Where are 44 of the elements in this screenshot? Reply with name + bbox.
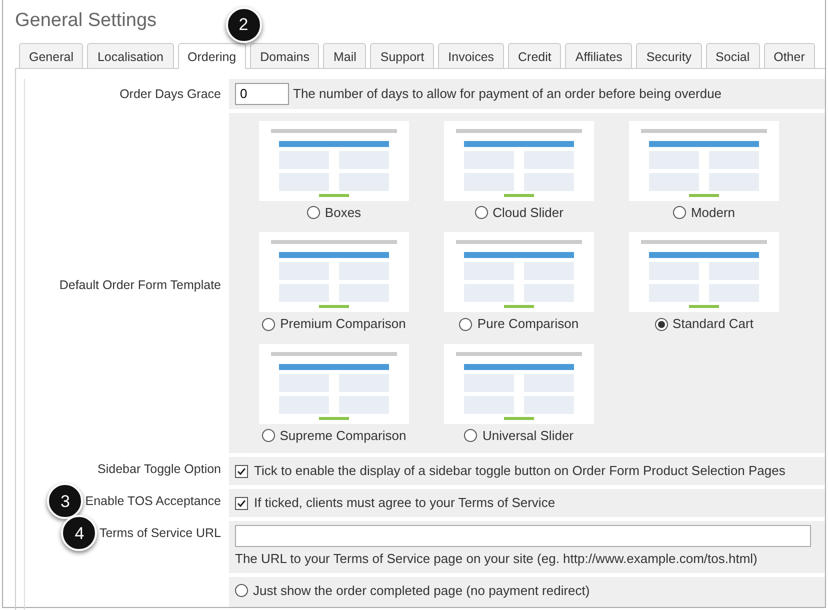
template-option[interactable]: Boxes <box>306 202 362 222</box>
template-option[interactable]: Pure Comparison <box>459 314 579 334</box>
tab[interactable]: Social <box>706 42 760 68</box>
radio-button[interactable] <box>262 429 275 442</box>
callout-badge: 2 <box>226 6 262 43</box>
radio-button[interactable] <box>306 206 320 220</box>
radio-button[interactable] <box>474 206 488 220</box>
tab[interactable]: Credit <box>508 42 562 68</box>
callout-badge: 3 <box>47 483 84 520</box>
template-option[interactable]: Universal Slider <box>464 426 574 446</box>
radio-button[interactable] <box>459 318 472 331</box>
tab[interactable]: Other <box>764 42 815 68</box>
help-text: The URL to your Terms of Service page on your site (eg. http://www.example.com/tos.html) <box>235 550 758 568</box>
template-option[interactable]: Standard Cart <box>654 314 754 334</box>
template-option[interactable]: Modern <box>672 202 736 222</box>
setting-label: Default Order Form Template <box>59 278 221 292</box>
setting-label: Enable TOS Acceptance <box>85 494 221 508</box>
template-option[interactable]: Premium Comparison <box>262 314 406 334</box>
tab[interactable]: Mail <box>323 42 366 68</box>
template-option[interactable]: Cloud Slider <box>474 202 564 222</box>
setting-label: Sidebar Toggle Option <box>98 462 221 476</box>
checkbox[interactable] <box>235 496 248 510</box>
page-title: General Settings <box>15 9 157 33</box>
tab[interactable]: Localisation <box>87 42 174 68</box>
tab[interactable]: Support <box>370 42 434 68</box>
radio-button[interactable] <box>654 318 668 331</box>
url-input-field[interactable] <box>235 525 811 548</box>
help-text: The number of days to allow for payment of an order before being overdue <box>293 85 722 104</box>
checkbox[interactable] <box>235 464 248 478</box>
tab[interactable]: Domains <box>250 42 320 68</box>
radio-button[interactable] <box>464 429 478 442</box>
tab[interactable]: Affiliates <box>565 42 632 68</box>
tab[interactable]: General <box>19 42 84 68</box>
tab[interactable]: Invoices <box>438 42 504 68</box>
number-input[interactable]: 0 <box>235 82 289 105</box>
tab[interactable]: Ordering <box>178 42 246 69</box>
callout-badge: 4 <box>61 515 98 552</box>
radio-button[interactable] <box>262 318 276 331</box>
setting-label: Terms of Service URL <box>99 526 221 540</box>
radio-button[interactable] <box>672 206 686 220</box>
setting-label: Order Days Grace <box>120 86 221 101</box>
radio-button[interactable] <box>235 584 248 598</box>
template-option[interactable]: Supreme Comparison <box>262 426 406 446</box>
tab[interactable]: Security <box>636 42 702 68</box>
